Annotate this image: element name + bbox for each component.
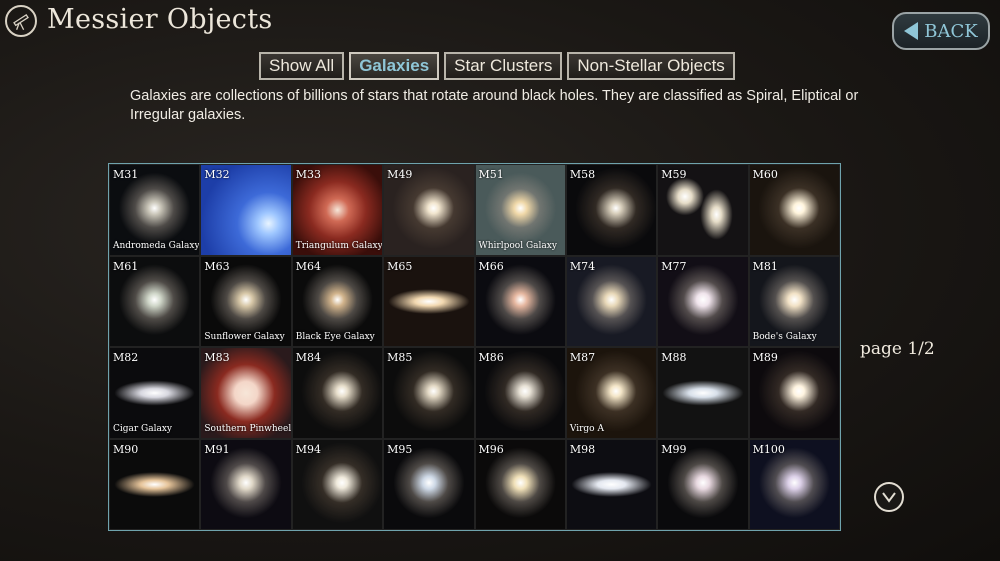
object-code: M91 xyxy=(204,442,230,456)
object-tile[interactable]: M77 xyxy=(658,256,748,346)
object-code: M85 xyxy=(387,351,413,364)
object-code: M49 xyxy=(387,168,413,181)
object-tile[interactable]: M51 Whirlpool Galaxy xyxy=(475,165,565,255)
page-indicator: page 1/2 xyxy=(860,339,935,359)
object-tile[interactable]: M99 xyxy=(658,439,748,529)
object-code: M74 xyxy=(569,259,596,273)
chevron-down-icon xyxy=(882,492,896,503)
object-code: M58 xyxy=(569,168,596,181)
object-code: M66 xyxy=(478,259,504,273)
object-code: M77 xyxy=(661,259,687,273)
object-code: M95 xyxy=(387,442,413,456)
object-tile[interactable]: M82 Cigar Galaxy xyxy=(110,348,200,438)
object-code: M84 xyxy=(295,351,322,364)
object-name: Black Eye Galaxy xyxy=(295,332,375,342)
object-name: Sunflower Galaxy xyxy=(204,332,285,342)
object-code: M90 xyxy=(113,442,139,456)
object-name: Whirlpool Galaxy xyxy=(478,240,557,251)
object-tile[interactable]: M83 Southern Pinwheel Ga xyxy=(201,348,291,438)
object-code: M86 xyxy=(478,351,504,364)
object-code: M98 xyxy=(569,442,596,456)
object-code: M81 xyxy=(752,259,778,273)
object-tile[interactable]: M87 Virgo A xyxy=(566,348,657,438)
object-tile[interactable]: M90 xyxy=(110,439,200,529)
object-code: M99 xyxy=(661,442,687,456)
object-tile[interactable]: M85 xyxy=(384,348,474,438)
object-tile[interactable]: M63 Sunflower Galaxy xyxy=(201,256,291,346)
object-code: M32 xyxy=(204,168,230,181)
object-code: M33 xyxy=(295,168,322,181)
tab-show-all[interactable]: Show All xyxy=(259,52,345,80)
object-code: M59 xyxy=(661,168,687,181)
object-tile[interactable]: M49 xyxy=(384,165,474,255)
object-tile[interactable]: M66 xyxy=(475,256,565,346)
object-tile[interactable]: M60 xyxy=(749,165,839,255)
object-code: M60 xyxy=(752,168,778,181)
filter-tabs: Show All Galaxies Star Clusters Non-Stel… xyxy=(259,52,735,80)
object-tile[interactable]: M31 Andromeda Galaxy xyxy=(110,165,200,255)
object-code: M31 xyxy=(113,168,139,181)
object-code: M63 xyxy=(204,259,230,273)
object-tile[interactable]: M58 xyxy=(566,165,657,255)
object-tile[interactable]: M33 Triangulum Galaxy xyxy=(292,165,383,255)
object-code: M89 xyxy=(752,351,778,364)
object-code: M94 xyxy=(295,442,322,456)
back-arrow-icon xyxy=(904,22,919,40)
object-name: Cigar Galaxy xyxy=(113,423,173,434)
tab-non-stellar-objects[interactable]: Non-Stellar Objects xyxy=(567,52,735,80)
object-tile[interactable]: M81 Bode's Galaxy xyxy=(749,256,839,346)
back-button-label: BACK xyxy=(924,20,978,42)
object-code: M51 xyxy=(478,168,504,181)
object-code: M64 xyxy=(295,259,322,273)
object-tile[interactable]: M94 xyxy=(292,439,383,529)
object-tile[interactable]: M64 Black Eye Galaxy xyxy=(292,256,383,346)
object-code: M65 xyxy=(387,259,413,273)
object-tile[interactable]: M32 xyxy=(201,165,291,255)
object-name: Bode's Galaxy xyxy=(752,332,817,342)
object-tile[interactable]: M100 xyxy=(749,439,839,529)
object-tile[interactable]: M59 xyxy=(658,165,748,255)
object-name: Virgo A xyxy=(569,423,604,434)
object-code: M82 xyxy=(113,351,139,364)
object-tile[interactable]: M88 xyxy=(658,348,748,438)
tab-star-clusters[interactable]: Star Clusters xyxy=(444,52,563,80)
object-tile[interactable]: M61 xyxy=(110,256,200,346)
object-grid: M31 Andromeda Galaxy M32 M33 Triangulum Gala… xyxy=(108,163,841,531)
object-tile[interactable]: M86 xyxy=(475,348,565,438)
object-name: Andromeda Galaxy xyxy=(113,240,200,251)
object-tile[interactable]: M65 xyxy=(384,256,474,346)
object-name: Southern Pinwheel Ga xyxy=(204,423,291,434)
page-title: Messier Objects xyxy=(47,4,273,35)
object-tile[interactable]: M91 xyxy=(201,439,291,529)
tab-galaxies[interactable]: Galaxies xyxy=(349,52,440,80)
next-page-button[interactable] xyxy=(874,482,904,512)
object-code: M100 xyxy=(752,442,785,456)
object-tile[interactable]: M98 xyxy=(566,439,657,529)
object-code: M61 xyxy=(113,259,139,273)
object-tile[interactable]: M95 xyxy=(384,439,474,529)
object-tile[interactable]: M89 xyxy=(749,348,839,438)
object-code: M83 xyxy=(204,351,230,364)
object-code: M96 xyxy=(478,442,504,456)
object-tile[interactable]: M96 xyxy=(475,439,565,529)
back-button[interactable]: BACK xyxy=(892,12,990,50)
object-code: M88 xyxy=(661,351,687,364)
object-name: Triangulum Galaxy xyxy=(295,240,383,251)
telescope-icon xyxy=(5,5,37,37)
object-code: M87 xyxy=(569,351,596,364)
category-description: Galaxies are collections of billions of … xyxy=(130,88,859,123)
object-tile[interactable]: M74 xyxy=(566,256,657,346)
object-tile[interactable]: M84 xyxy=(292,348,383,438)
